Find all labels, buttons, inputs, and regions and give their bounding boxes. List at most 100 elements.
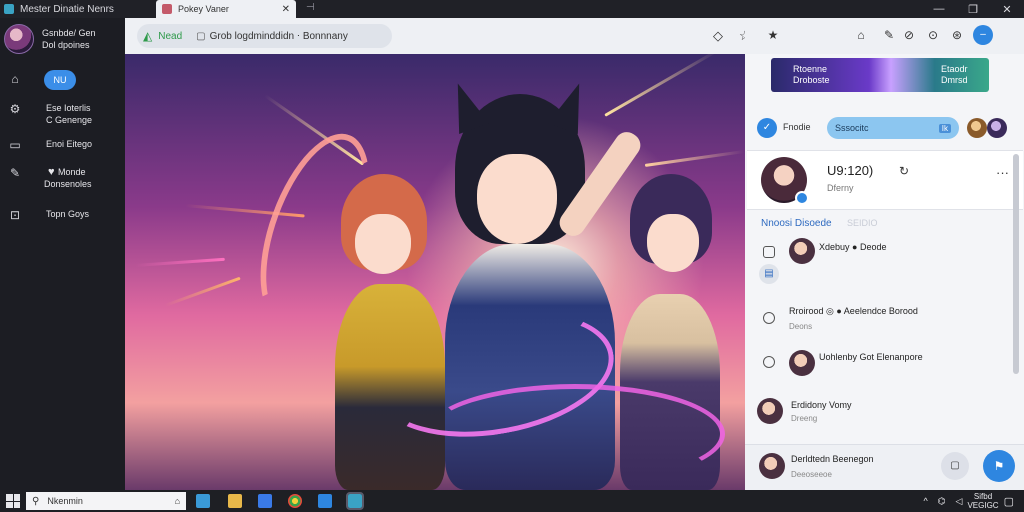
account-button[interactable]: – xyxy=(973,25,993,45)
export-icon: ⊡ xyxy=(9,208,21,222)
profile-name: Gsnbde/ Gen xyxy=(42,28,96,38)
banner-left-line1: Rtoenne xyxy=(793,64,828,74)
right-panel-toolbar: ★ ⌂ ✎ ⊘ ⊙ ⊛ – xyxy=(745,18,1024,54)
volume-icon[interactable]: ◁ xyxy=(956,496,963,507)
sidebar-item-files[interactable]: ▭ Enoi Eitego xyxy=(8,138,92,152)
character-ear-left xyxy=(442,77,490,135)
address-bar[interactable]: ◭ Nead ▢ Grob logdminddidn ⋅ Bonnnany xyxy=(137,24,392,48)
list-item[interactable]: Xdebuy ● Deode xyxy=(745,238,1015,280)
verified-icon xyxy=(795,191,809,205)
pen-icon: ✎ xyxy=(9,166,21,180)
lock-icon xyxy=(763,312,775,324)
anime-artwork-image xyxy=(125,54,745,490)
shield-check-icon[interactable]: ✓ xyxy=(757,118,777,138)
avatar[interactable] xyxy=(987,118,1007,138)
panel-search-input[interactable]: Sssocitc Ik xyxy=(827,117,959,139)
nu-pill-button[interactable]: NU xyxy=(44,70,76,90)
flag-button[interactable]: ⚑ xyxy=(983,450,1015,482)
tray-chevron-icon[interactable]: ^ xyxy=(923,496,927,506)
network-icon[interactable]: ⌬ xyxy=(938,496,946,507)
compose-bar: Derldtedn Beenegon Deeoseeoe ▢ ⚑ xyxy=(745,444,1024,490)
sidebar-item-files-label: Enoi Eitego xyxy=(46,139,93,149)
list-item[interactable]: Rroirood ◎ ● Aeelendce Borood Deons xyxy=(745,304,1015,344)
sync-icon[interactable]: ↻ xyxy=(899,164,909,178)
promo-banner[interactable]: Rtoenne Droboste Etaodr Dmrsd xyxy=(771,58,989,92)
extension-icon[interactable]: ◇ xyxy=(713,28,723,44)
list-item-name: Xdebuy ● Deode xyxy=(819,242,887,252)
section-title[interactable]: Nnoosi Disoede xyxy=(761,218,832,229)
light-ray xyxy=(134,257,225,267)
tab-favicon-icon xyxy=(162,4,172,14)
system-tray: ^ ⌬ ◁ Sifbd VEGIGC ▢ xyxy=(918,490,1024,512)
star-icon[interactable]: ★ xyxy=(765,27,781,43)
document-icon: ▢ xyxy=(196,30,206,42)
close-button[interactable]: ✕ xyxy=(990,0,1024,18)
search-action-icon[interactable]: ⌂ xyxy=(175,496,180,506)
right-panel: ★ ⌂ ✎ ⊘ ⊙ ⊛ – Rtoenne Droboste Etaodr Dm… xyxy=(745,18,1024,490)
taskview-icon[interactable] xyxy=(196,494,210,508)
sidebar-item-edit-line2: Donsenoles xyxy=(44,179,92,189)
tool-label: Fnodie xyxy=(783,122,811,132)
sidebar-item-home[interactable]: ⌂ xyxy=(8,72,22,86)
avatar xyxy=(757,398,783,424)
target-icon[interactable]: ⊙ xyxy=(925,27,941,43)
tab-active[interactable]: Pokey Vaner ✕ xyxy=(156,0,296,18)
taskbar: ⚲ Nkenmin ⌂ ^ ⌬ ◁ Sifbd VEGIGC ▢ xyxy=(0,490,1024,512)
banner-left-text: Rtoenne Droboste xyxy=(793,64,830,86)
character-left-face xyxy=(355,214,411,274)
notification-center-icon[interactable]: ▢ xyxy=(1004,495,1014,508)
taskbar-search-input[interactable]: ⚲ Nkenmin ⌂ xyxy=(26,492,186,510)
sidebar-item-settings-label: Ese Ioterlis C Genenge xyxy=(46,102,92,126)
address-site: Nead xyxy=(158,30,183,42)
lock-icon: ◭ xyxy=(143,29,153,43)
card-title: U9:120) xyxy=(827,163,874,178)
window-controls: — ❐ ✕ xyxy=(922,0,1024,18)
list-item-sub: Dreeng xyxy=(791,414,818,423)
clock[interactable]: Sifbd VEGIGC xyxy=(967,492,998,510)
profile-card[interactable]: U9:120) ↻ Dferny ··· xyxy=(747,150,1023,210)
folder-icon: ▭ xyxy=(9,138,21,152)
sidebar-item-export-label: Topn Goys xyxy=(46,209,90,219)
minimize-button[interactable]: — xyxy=(922,0,956,18)
gear-icon[interactable]: ⊛ xyxy=(949,27,965,43)
new-tab-icon[interactable]: ⊣ xyxy=(306,2,315,13)
tab-close-icon[interactable]: ✕ xyxy=(282,4,290,15)
list-item[interactable]: Uohlenby Got Elenanpore xyxy=(745,350,1015,390)
character-center-face xyxy=(477,154,557,244)
list-item-name: Erdidony Vomy xyxy=(791,400,852,410)
magic-swirl xyxy=(425,384,725,484)
scrollbar[interactable] xyxy=(1013,154,1019,374)
notification-icon[interactable]: ⌂ xyxy=(853,27,869,43)
chrome-icon[interactable] xyxy=(288,494,302,508)
windows-start-icon[interactable] xyxy=(6,494,20,508)
list-item[interactable]: Erdidony Vomy Dreeng xyxy=(745,398,1015,438)
active-app-icon[interactable] xyxy=(346,492,364,510)
file-explorer-icon[interactable] xyxy=(228,494,242,508)
light-ray xyxy=(604,54,719,117)
edit-icon[interactable]: ✎ xyxy=(881,27,897,43)
tab-label: Pokey Vaner xyxy=(178,4,229,14)
list-item-sub: Deons xyxy=(789,322,813,331)
store-icon[interactable] xyxy=(258,494,272,508)
avatar[interactable] xyxy=(967,118,987,138)
tag-icon[interactable]: ▤ xyxy=(759,264,779,284)
home-icon xyxy=(763,246,775,258)
more-options-icon[interactable]: ··· xyxy=(996,165,1009,180)
sidebar-item-settings-line1: Ese Ioterlis xyxy=(46,103,91,113)
block-icon[interactable]: ⊘ xyxy=(901,27,917,43)
card-subtitle: Dferny xyxy=(827,183,854,193)
stop-button[interactable]: ▢ xyxy=(941,452,969,480)
sidebar-item-settings[interactable]: ⚙ Ese Ioterlis C Genenge xyxy=(8,102,92,126)
clock-time: Sifbd xyxy=(973,492,993,501)
app-icon xyxy=(4,4,14,14)
sidebar-item-settings-line2: C Genenge xyxy=(46,115,93,125)
light-ray xyxy=(164,276,241,307)
left-sidebar: Gsnbde/ Gen Dol dpoines ⌂ NU ⚙ Ese Ioter… xyxy=(0,18,125,490)
app-title: Mester Dinatie Nenrs xyxy=(20,3,114,15)
sidebar-item-export[interactable]: ⊡ Topn Goys xyxy=(8,208,89,222)
restore-button[interactable]: ❐ xyxy=(956,0,990,18)
profile-sub: Dol dpoines xyxy=(42,40,90,50)
profile[interactable]: Gsnbde/ Gen Dol dpoines xyxy=(4,24,96,54)
app-icon[interactable] xyxy=(318,494,332,508)
character-right-face xyxy=(647,214,699,272)
